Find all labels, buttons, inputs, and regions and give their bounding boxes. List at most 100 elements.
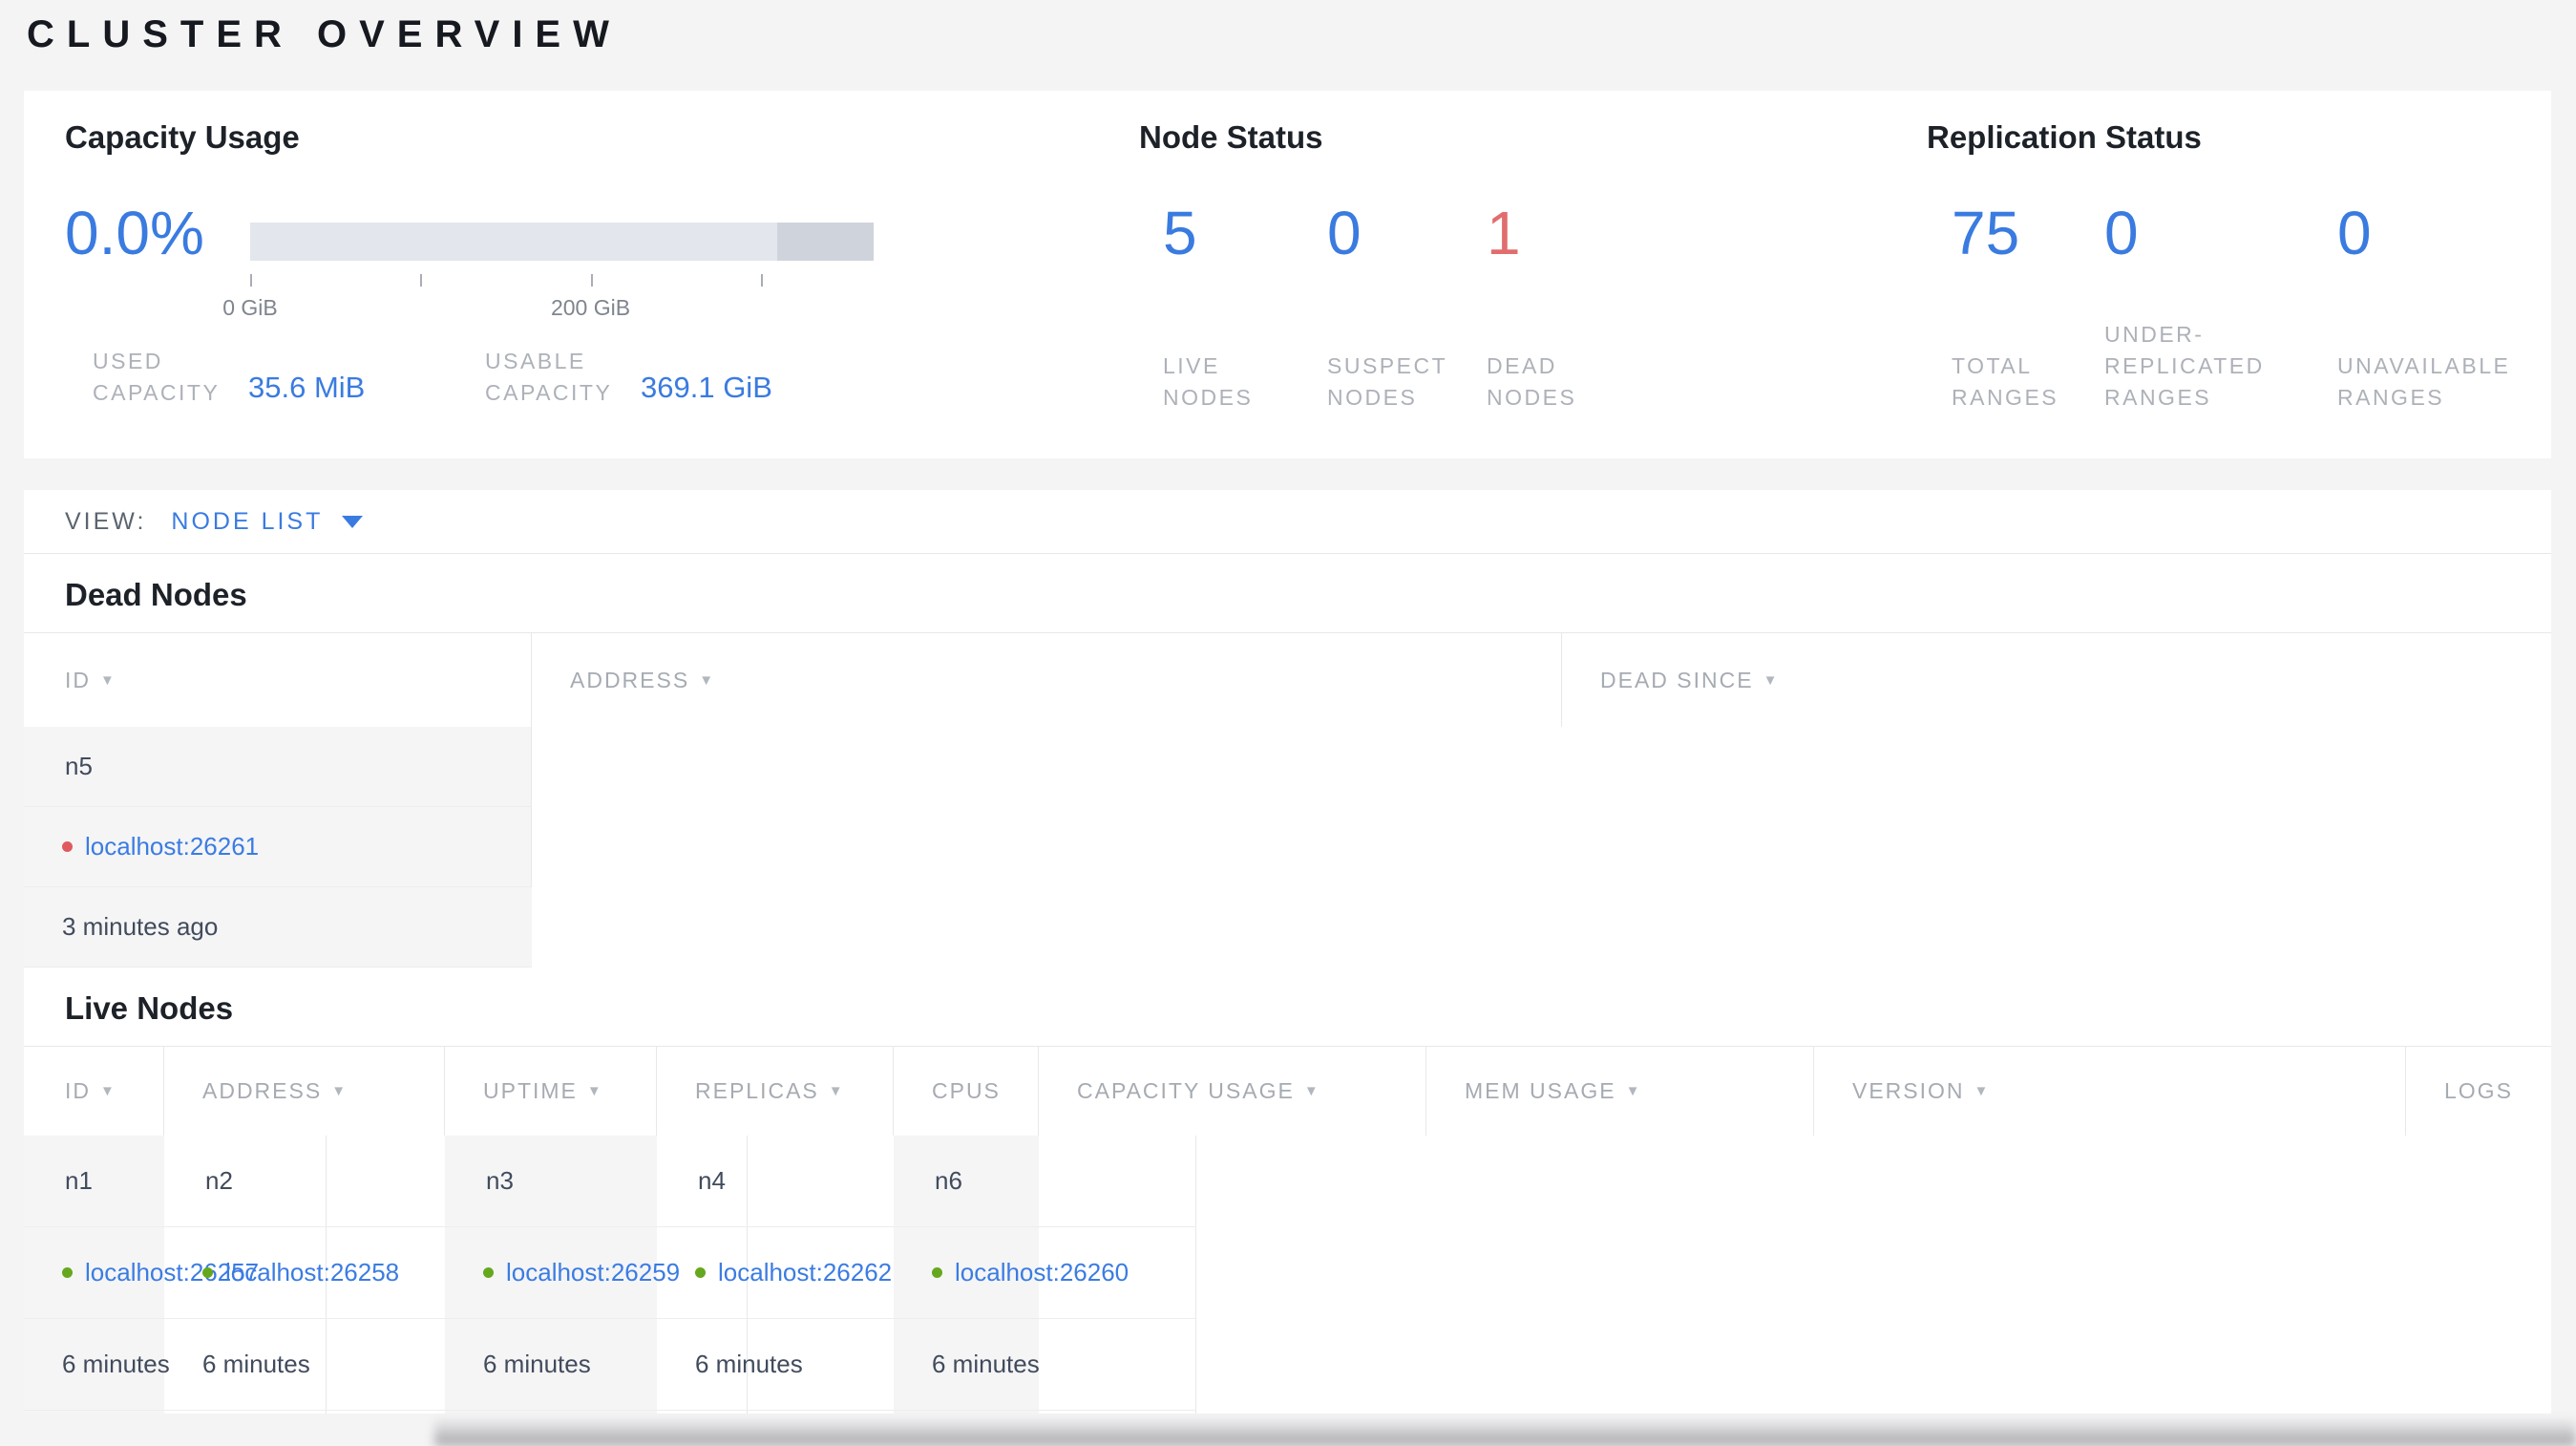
under-replicated-label: UNDER-REPLICATED RANGES [2104,322,2265,410]
table-row: n6localhost:262606 minutes5540%7.8 MiB73… [894,1136,1196,1414]
table-row: n4localhost:262626 minutes5340%4.6 MiB73… [657,1136,960,1414]
capacity-used-percent: 0.0% [65,199,204,267]
total-ranges-label: TOTAL RANGES [1952,353,2059,410]
window-shadow [434,1417,2576,1446]
column-label: CAPACITY USAGE [1077,1078,1295,1103]
live-nodes-label: LIVE NODES [1163,353,1254,410]
live-status-dot-icon [62,1267,73,1278]
column-label: REPLICAS [695,1078,819,1103]
page-title: CLUSTER OVERVIEW [27,13,622,55]
node-address-cell: localhost:26261 [24,807,532,887]
dead-nodes-table: ID ▼ ADDRESS ▼ DEAD SINCE ▼ n5 localhost:262… [24,632,2551,968]
column-label: ID [65,1078,91,1103]
sort-desc-icon: ▼ [1625,1083,1642,1099]
sort-desc-icon: ▼ [100,1083,116,1099]
unavailable-ranges-count: 0 [2337,199,2372,267]
column-label: ADDRESS [202,1078,323,1103]
axis-tick [590,274,593,287]
live-col-address[interactable]: ADDRESS ▼ [164,1047,445,1136]
replicas-cell: 55 [894,1411,1196,1414]
sort-desc-icon: ▼ [828,1083,845,1099]
uptime-cell: 6 minutes [894,1319,1196,1411]
live-status-dot-icon [695,1267,706,1278]
axis-tick-label: 0 GiB [222,295,278,320]
live-nodes-count: 5 [1163,199,1197,267]
column-label: VERSION [1852,1078,1965,1103]
table-row: n3localhost:262596 minutes5540%8.6 MiB73… [445,1136,748,1414]
node-status-title: Node Status [1139,119,1323,155]
table-row: n2localhost:262586 minutes5440%5.0 MiB73… [164,1136,467,1414]
view-bar: VIEW: NODE LIST [24,490,2551,554]
live-col-cpus[interactable]: CPUS [894,1047,1039,1136]
live-nodes-table: ID ▼ ADDRESS ▼ UPTIME ▼ REPLICAS ▼ CPUS CAPA… [24,1046,2551,1414]
sort-desc-icon: ▼ [1974,1083,1991,1099]
used-capacity-value: 35.6 MiB [248,371,366,404]
live-col-mem-usage[interactable]: MEM USAGE ▼ [1426,1047,1814,1136]
node-address-cell: localhost:26258 [164,1227,467,1319]
capacity-usage-title: Capacity Usage [65,119,300,155]
dead-nodes-count: 1 [1487,199,1521,267]
dead-col-dead-since[interactable]: DEAD SINCE ▼ [1562,633,2551,727]
node-address-link[interactable]: localhost:26262 [718,1258,892,1287]
column-label: MEM USAGE [1465,1078,1616,1103]
live-status-dot-icon [932,1267,942,1278]
usable-capacity-value: 369.1 GiB [641,371,772,404]
sort-desc-icon: ▼ [699,671,716,689]
node-id-cell: n5 [24,727,532,807]
live-col-id[interactable]: ID ▼ [24,1047,164,1136]
replicas-cell: 54 [164,1411,467,1414]
column-label: DEAD SINCE [1600,667,1754,692]
sort-desc-icon: ▼ [586,1083,603,1099]
axis-tick-label: 200 GiB [550,295,631,320]
chevron-down-icon [342,515,364,528]
live-col-replicas[interactable]: REPLICAS ▼ [657,1047,894,1136]
usable-capacity-label: USABLE CAPACITY [485,349,613,405]
capacity-bar-reserved-segment [777,223,874,261]
node-address-link[interactable]: localhost:26260 [955,1258,1129,1287]
view-label: VIEW: [65,507,147,535]
node-address-link[interactable]: localhost:26261 [85,832,259,861]
node-id-cell: n6 [894,1136,1196,1227]
column-label: ID [65,667,91,692]
dead-col-id[interactable]: ID ▼ [24,633,532,727]
suspect-nodes-count: 0 [1327,199,1362,267]
live-col-uptime[interactable]: UPTIME ▼ [445,1047,657,1136]
dead-col-address[interactable]: ADDRESS ▼ [532,633,1562,727]
replication-status-title: Replication Status [1927,119,2202,155]
live-col-version[interactable]: VERSION ▼ [1814,1047,2406,1136]
node-id-cell: n2 [164,1136,467,1227]
uptime-cell: 6 minutes [164,1319,467,1411]
sort-desc-icon: ▼ [100,671,116,689]
live-status-dot-icon [202,1267,213,1278]
column-label: UPTIME [483,1078,578,1103]
node-address-link[interactable]: localhost:26259 [506,1258,680,1287]
live-nodes-title: Live Nodes [65,990,234,1026]
column-label: LOGS [2444,1078,2513,1103]
axis-tick [250,274,252,287]
node-address-link[interactable]: localhost:26258 [225,1258,399,1287]
view-node-list-dropdown[interactable]: NODE LIST [171,507,364,536]
dead-status-dot-icon [62,841,73,852]
capacity-usage-bar: 0 GiB 200 GiB [222,223,874,320]
dead-nodes-label: DEAD NODES [1487,353,1577,410]
table-row: n5 localhost:26261 3 minutes ago [24,727,532,968]
live-col-logs[interactable]: LOGS [2406,1047,2551,1136]
unavailable-ranges-label: UNAVAILABLE RANGES [2337,353,2511,410]
replication-status-section: Replication Status 75 TOTAL RANGES 0 UND… [1927,91,2551,458]
sort-desc-icon: ▼ [1763,671,1780,689]
sort-desc-icon: ▼ [331,1083,348,1099]
live-col-capacity-usage[interactable]: CAPACITY USAGE ▼ [1039,1047,1426,1136]
column-label: CPUS [932,1078,1001,1103]
view-selected-value: NODE LIST [171,507,324,535]
used-capacity-label: USED CAPACITY [93,349,221,405]
suspect-nodes-label: SUSPECT NODES [1327,353,1447,410]
live-status-dot-icon [483,1267,494,1278]
node-address-cell: localhost:26260 [894,1227,1196,1319]
sort-desc-icon: ▼ [1303,1083,1320,1099]
dead-nodes-title: Dead Nodes [65,577,247,612]
column-label: ADDRESS [570,667,690,692]
table-row: n1localhost:262576 minutes5440%9.6 MiB73… [24,1136,327,1414]
under-replicated-count: 0 [2104,199,2139,267]
total-ranges-count: 75 [1952,199,2020,267]
dead-since-cell: 3 minutes ago [24,887,532,968]
